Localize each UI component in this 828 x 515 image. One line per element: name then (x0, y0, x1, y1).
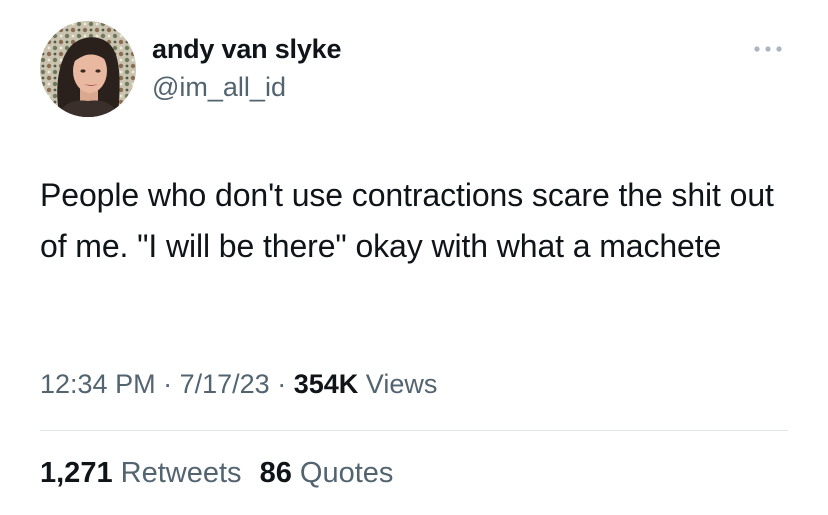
author-display-name[interactable]: andy van slyke (152, 32, 342, 66)
meta-separator: · (277, 369, 287, 399)
views-label: Views (365, 369, 438, 399)
tweet-meta: 12:34 PM · 7/17/23 · 354K Views (40, 366, 437, 402)
retweets-count: 1,271 (40, 457, 113, 489)
more-options-button[interactable] (749, 38, 787, 60)
profile-photo (40, 21, 136, 117)
more-horizontal-icon (754, 46, 782, 52)
views-count: 354K (293, 369, 359, 399)
quotes-stat[interactable]: 86 Quotes (260, 457, 394, 489)
quotes-count: 86 (259, 457, 292, 489)
tweet-date[interactable]: 7/17/23 (180, 369, 270, 399)
divider (40, 430, 788, 431)
tweet-time[interactable]: 12:34 PM (40, 369, 156, 399)
author-block: andy van slyke @im_all_id (152, 32, 342, 104)
avatar[interactable] (40, 21, 136, 117)
tweet-text: People who don't use contractions scare … (40, 177, 774, 264)
meta-separator: · (163, 369, 173, 399)
retweets-stat[interactable]: 1,271 Retweets (40, 457, 242, 489)
retweets-label: Retweets (120, 457, 242, 489)
tweet: andy van slyke @im_all_id People who don… (0, 0, 828, 515)
quotes-label: Quotes (299, 457, 394, 489)
author-handle[interactable]: @im_all_id (152, 70, 341, 104)
tweet-stats: 1,271 Retweets 86 Quotes (40, 454, 393, 492)
